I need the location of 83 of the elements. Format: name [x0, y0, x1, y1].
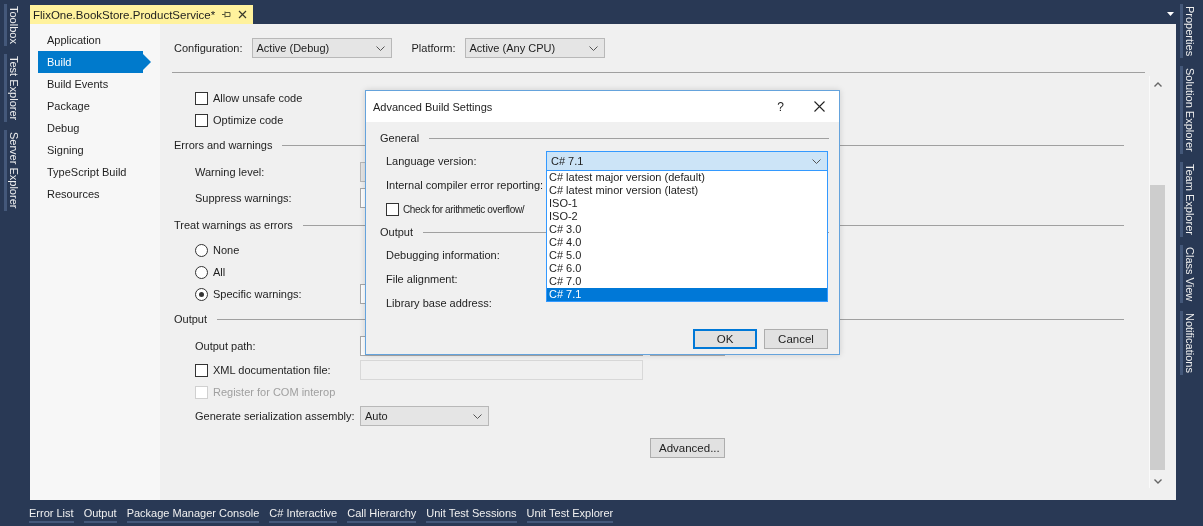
dropdown-arrow-icon[interactable] — [1167, 11, 1174, 16]
dropdown-option[interactable]: ISO-2 — [547, 210, 827, 223]
dropdown[interactable]: Auto — [360, 406, 489, 426]
tool-window-tab[interactable]: Test Explorer — [4, 53, 22, 123]
cancel-button[interactable]: Cancel — [764, 329, 828, 349]
field-label: Debugging information: — [386, 249, 501, 261]
section-heading: General — [380, 132, 420, 144]
scroll-up-icon[interactable] — [1153, 82, 1162, 87]
checkbox-label: Optimize code — [213, 114, 284, 126]
radio-button[interactable] — [195, 243, 208, 257]
chevron-down-icon — [812, 158, 821, 164]
help-button[interactable]: ? — [777, 99, 784, 114]
dropdown-option[interactable]: ISO-1 — [547, 197, 827, 210]
section-heading: Output — [380, 226, 414, 238]
close-icon[interactable] — [238, 10, 248, 19]
field-label: Language version: — [386, 155, 478, 167]
dialog-title: Advanced Build Settings — [373, 100, 494, 113]
nav-item[interactable]: Package — [38, 95, 160, 117]
dropdown-option[interactable]: C# 7.0 — [547, 275, 827, 288]
nav-item[interactable]: Debug — [38, 117, 160, 139]
section-heading: Treat warnings as errors — [174, 219, 293, 231]
tool-window-tab[interactable]: Notifications — [1180, 311, 1198, 375]
dropdown-option[interactable]: C# latest major version (default) — [547, 171, 827, 184]
field-label: File alignment: — [386, 273, 459, 285]
pin-icon[interactable] — [222, 10, 232, 19]
section-heading: Output — [174, 313, 208, 325]
nav-item[interactable]: Signing — [38, 139, 160, 161]
nav-item[interactable]: Resources — [38, 183, 160, 205]
tool-window-tab[interactable]: C# Interactive — [269, 507, 338, 523]
configuration-label: Configuration: — [174, 42, 243, 54]
tool-window-tab[interactable]: Package Manager Console — [126, 507, 260, 523]
checkbox-label: Check for arithmetic overflow/ — [403, 203, 525, 215]
configuration-dropdown[interactable]: Active (Debug) — [251, 38, 392, 58]
document-tab[interactable]: FlixOne.BookStore.ProductService* — [30, 5, 254, 24]
checkbox[interactable] — [195, 113, 208, 127]
radio-label: None — [213, 244, 240, 256]
dropdown-option[interactable]: C# 3.0 — [547, 223, 827, 236]
tool-window-tab[interactable]: Properties — [1180, 4, 1198, 59]
tool-window-tab[interactable]: Unit Test Sessions — [426, 507, 517, 523]
tool-window-tab[interactable]: Unit Test Explorer — [526, 507, 614, 523]
radio-button[interactable] — [195, 287, 208, 301]
radio-label: Specific warnings: — [213, 288, 302, 300]
nav-item[interactable]: Application — [38, 29, 160, 51]
nav-item[interactable]: TypeScript Build — [38, 161, 160, 183]
scroll-down-icon[interactable] — [1153, 479, 1162, 484]
checkbox[interactable] — [195, 363, 208, 377]
tool-window-tab[interactable]: Error List — [29, 507, 74, 523]
field-label: Generate serialization assembly: — [195, 410, 356, 422]
advanced-button[interactable]: Advanced... — [650, 438, 725, 458]
chevron-down-icon — [375, 45, 385, 51]
field-label: Suppress warnings: — [195, 192, 293, 204]
tool-window-tab[interactable]: Class View — [1180, 244, 1198, 304]
ok-button[interactable]: OK — [693, 329, 757, 349]
field-label: Warning level: — [195, 166, 266, 178]
dropdown-option[interactable]: C# 7.1 — [547, 288, 827, 301]
language-version-dropdown[interactable]: C# 7.1 — [546, 151, 828, 171]
tool-window-tab[interactable]: Toolbox — [4, 4, 22, 46]
tool-window-tab[interactable]: Server Explorer — [4, 130, 22, 211]
platform-dropdown[interactable]: Active (Any CPU) — [464, 38, 605, 58]
checkbox-label: Allow unsafe code — [213, 92, 303, 104]
checkbox[interactable] — [386, 202, 399, 216]
tool-window-tab[interactable]: Solution Explorer — [1180, 66, 1198, 154]
field-label: Internal compiler error reporting: — [386, 179, 545, 191]
field-label: Output path: — [195, 340, 257, 352]
chevron-down-icon — [473, 413, 482, 419]
radio-label: All — [213, 266, 226, 278]
tool-window-tab[interactable]: Call Hierarchy — [347, 507, 417, 523]
checkbox-label: XML documentation file: — [213, 364, 331, 376]
close-icon[interactable] — [814, 101, 825, 112]
nav-item[interactable]: Build Events — [38, 73, 160, 95]
dropdown-option[interactable]: C# 4.0 — [547, 236, 827, 249]
checkbox-label: Register for COM interop — [213, 386, 336, 398]
dropdown-option[interactable]: C# latest minor version (latest) — [547, 184, 827, 197]
dropdown-option[interactable]: C# 6.0 — [547, 262, 827, 275]
field-label: Library base address: — [386, 297, 493, 309]
platform-label: Platform: — [411, 42, 456, 54]
tool-window-tab[interactable]: Team Explorer — [1180, 161, 1198, 237]
section-heading: Errors and warnings — [174, 139, 273, 151]
tool-window-tab[interactable]: Output — [83, 507, 117, 523]
radio-button[interactable] — [195, 265, 208, 279]
chevron-down-icon — [588, 45, 598, 51]
dropdown-option[interactable]: C# 5.0 — [547, 249, 827, 262]
checkbox[interactable] — [195, 91, 208, 105]
